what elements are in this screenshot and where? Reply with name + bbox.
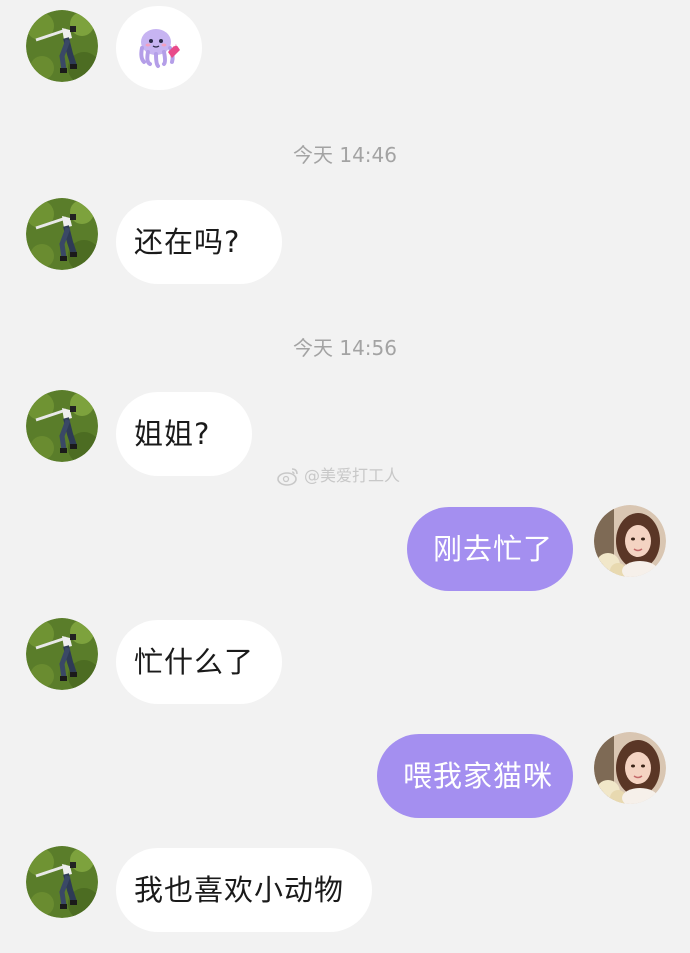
message-bubble-incoming[interactable]: 姐姐? <box>116 392 252 476</box>
purple-octopus-sticker-icon <box>134 22 182 75</box>
message-bubble-incoming[interactable]: 忙什么了 <box>116 620 282 704</box>
timestamp: 今天 14:56 <box>293 336 397 360</box>
weibo-logo-icon <box>276 466 304 486</box>
contact-avatar[interactable] <box>26 10 98 82</box>
message-bubble-incoming[interactable] <box>116 6 202 90</box>
user-avatar[interactable] <box>594 732 666 804</box>
user-avatar[interactable] <box>594 505 666 577</box>
contact-avatar[interactable] <box>26 618 98 690</box>
message-bubble-outgoing[interactable]: 喂我家猫咪 <box>377 734 573 818</box>
message-bubble-incoming[interactable]: 我也喜欢小动物 <box>116 848 372 932</box>
message-bubble-incoming[interactable]: 还在吗? <box>116 200 282 284</box>
contact-avatar[interactable] <box>26 390 98 462</box>
contact-avatar[interactable] <box>26 846 98 918</box>
watermark-text: @美爱打工人 <box>304 466 401 485</box>
contact-avatar[interactable] <box>26 198 98 270</box>
message-bubble-outgoing[interactable]: 刚去忙了 <box>407 507 573 591</box>
watermark: @美爱打工人 <box>276 466 400 486</box>
timestamp: 今天 14:46 <box>293 143 397 167</box>
